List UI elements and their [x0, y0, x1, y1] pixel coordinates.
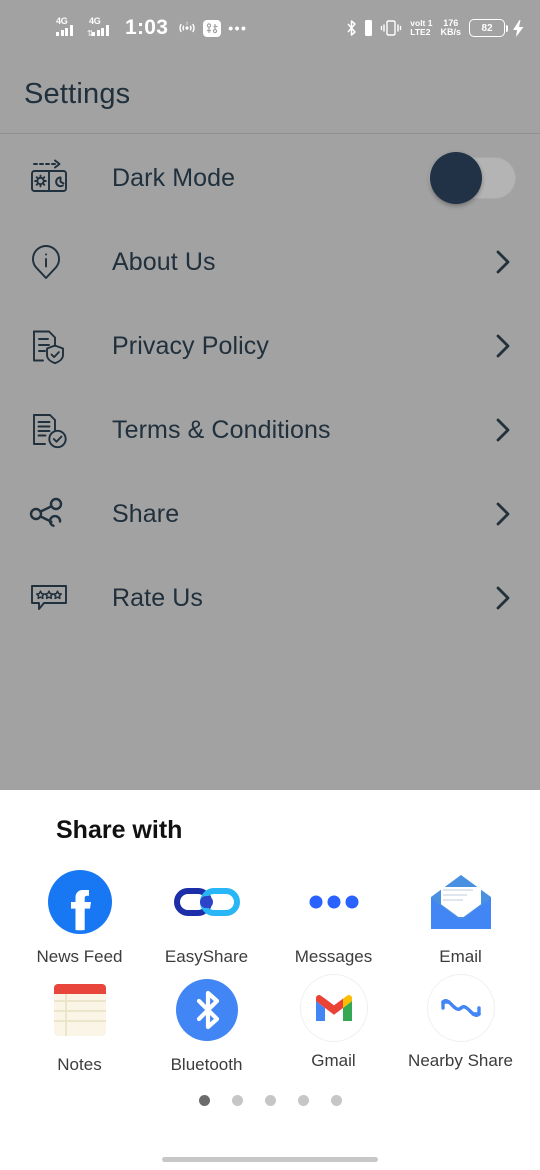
share-sheet: Share with News Feed EasyShare Messages … [0, 790, 540, 1170]
settings-label: About Us [112, 247, 216, 276]
signal-bars-icon-1 [56, 25, 73, 36]
settings-row-rate-us[interactable]: Rate Us [0, 556, 540, 640]
notes-icon [45, 975, 115, 1045]
battery-indicator: 82 [469, 19, 508, 37]
info-pin-icon [28, 242, 84, 282]
settings-label: Terms & Conditions [112, 415, 331, 444]
rate-stars-icon [28, 581, 84, 615]
terms-check-icon [28, 410, 84, 450]
share-target-label: Messages [294, 947, 373, 966]
page-dot-4[interactable] [297, 1095, 309, 1106]
share-target-label: Notes [57, 1055, 102, 1074]
share-target-label: News Feed [36, 947, 123, 966]
settings-label: Rate Us [112, 583, 204, 612]
data-saver-icon [203, 19, 222, 37]
settings-label: Dark Mode [112, 163, 236, 192]
settings-label: Share [112, 499, 180, 528]
title-bar: Settings [0, 56, 540, 134]
page-dot-5[interactable] [330, 1095, 342, 1106]
volte-line-2: LTE2 [410, 27, 431, 37]
facebook-icon [45, 867, 115, 937]
signal-bars-icon-2 [92, 25, 109, 36]
share-target-gmail[interactable]: Gmail [270, 975, 397, 1075]
bluetooth-circle-icon [172, 975, 242, 1045]
settings-row-dark-mode[interactable]: Dark Mode [0, 136, 540, 220]
share-target-grid: News Feed EasyShare Messages Email Notes… [0, 845, 540, 1075]
status-bar: 4G 4G ⇅ 1:03 2 ••• volt 1 LTE2 176 KB/s … [0, 0, 540, 56]
share-sheet-title: Share with [56, 816, 183, 844]
page-indicator[interactable] [0, 1095, 540, 1106]
share-target-nearby-share[interactable]: Nearby Share [397, 975, 524, 1075]
share-nodes-icon [28, 495, 84, 533]
dark-mode-icon [28, 158, 84, 198]
settings-label: Privacy Policy [112, 331, 269, 360]
share-target-easyshare[interactable]: EasyShare [143, 867, 270, 967]
bluetooth-icon [346, 19, 357, 37]
home-gesture-bar[interactable] [162, 1157, 378, 1162]
chevron-right-icon [490, 585, 516, 611]
toggle-knob [430, 152, 482, 204]
chevron-right-icon [490, 417, 516, 443]
settings-row-terms-conditions[interactable]: Terms & Conditions [0, 388, 540, 472]
hotspot-icon: 2 [178, 20, 196, 36]
settings-row-share[interactable]: Share [0, 472, 540, 556]
settings-list: Dark Mode About Us Privacy Policy Terms … [0, 136, 540, 640]
page-dot-3[interactable] [264, 1095, 276, 1106]
settings-row-privacy-policy[interactable]: Privacy Policy [0, 304, 540, 388]
share-target-news-feed[interactable]: News Feed [16, 867, 143, 967]
privacy-shield-icon [28, 326, 84, 366]
signal-indicator-sim1: 4G [56, 16, 82, 38]
battery-level-label: 82 [481, 22, 493, 34]
nearby-share-icon [427, 975, 494, 1041]
share-target-messages[interactable]: Messages [270, 867, 397, 967]
charging-bolt-icon [513, 19, 524, 37]
gmail-icon [300, 975, 367, 1041]
status-bar-clock: 1:03 [125, 16, 169, 39]
status-bar-left: 4G 4G ⇅ 1:03 2 ••• [16, 16, 247, 40]
settings-screen: 4G 4G ⇅ 1:03 2 ••• volt 1 LTE2 176 KB/s … [0, 0, 540, 790]
status-bar-right: volt 1 LTE2 176 KB/s 82 [346, 19, 524, 37]
dark-mode-toggle[interactable] [428, 152, 516, 204]
chevron-right-icon [490, 333, 516, 359]
volte-indicator: volt 1 LTE2 [410, 19, 432, 37]
page-dot-1[interactable] [198, 1095, 210, 1106]
share-target-label: Email [439, 947, 482, 966]
chevron-right-icon [490, 249, 516, 275]
share-target-email[interactable]: Email [397, 867, 524, 967]
share-target-label: Bluetooth [170, 1055, 243, 1074]
vibrate-icon [380, 19, 402, 37]
page-dot-2[interactable] [231, 1095, 243, 1106]
more-dots-icon: ••• [228, 20, 248, 36]
network-speed: 176 KB/s [440, 19, 461, 37]
share-target-label: Nearby Share [408, 1051, 513, 1070]
share-target-label: Gmail [311, 1051, 356, 1070]
email-envelope-icon [426, 867, 496, 937]
share-target-bluetooth[interactable]: Bluetooth [143, 975, 270, 1075]
share-target-notes[interactable]: Notes [16, 975, 143, 1075]
network-speed-unit: KB/s [440, 27, 461, 37]
sim-battery-icon [365, 20, 373, 36]
settings-row-about-us[interactable]: About Us [0, 220, 540, 304]
svg-text:2: 2 [186, 21, 189, 26]
easyshare-icon [172, 867, 242, 937]
messages-dots-icon [299, 867, 369, 937]
share-target-label: EasyShare [164, 947, 249, 966]
page-title: Settings [24, 78, 131, 110]
signal-indicator-sim2: 4G ⇅ [87, 16, 115, 38]
chevron-right-icon [490, 501, 516, 527]
